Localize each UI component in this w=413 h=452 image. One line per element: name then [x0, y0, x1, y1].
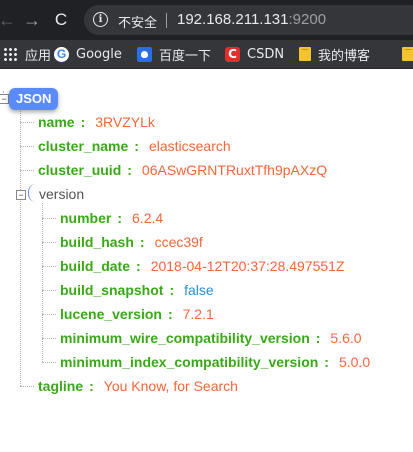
tree-guide [20, 170, 34, 171]
json-separator: : [89, 378, 94, 394]
json-value: elasticsearch [148, 138, 231, 154]
tree-guide [42, 290, 56, 291]
json-separator: : [117, 210, 123, 226]
bookmark-baidu[interactable]: 百度一下 [137, 40, 211, 68]
json-value: ccec39f [154, 234, 203, 250]
bookmarks-bar: 应用 G Google 百度一下 C CSDN 我的博客 [0, 40, 413, 69]
address-bar[interactable]: i 不安全 192.168.211.131:9200 [84, 5, 413, 35]
address-divider [166, 13, 167, 28]
json-separator: : [127, 162, 132, 178]
collapse-root-toggle[interactable]: − [0, 94, 9, 104]
json-node-min-wire-compat: minimum_wire_compatibility_version:5.6.0 [60, 330, 362, 346]
json-node-version[interactable]: version [39, 186, 84, 202]
bookmark-label: 应用 [25, 48, 52, 64]
json-value: 5.0.0 [338, 354, 371, 370]
browser-toolbar: ← → C i 不安全 192.168.211.131:9200 [0, 0, 413, 40]
url-port: :9200 [288, 11, 327, 28]
collapse-version-toggle[interactable]: − [16, 190, 26, 200]
json-key: build_hash [60, 234, 134, 250]
bookmark-csdn[interactable]: C CSDN [225, 40, 284, 68]
url-text[interactable]: 192.168.211.131:9200 [177, 11, 326, 28]
json-key: number [60, 210, 112, 226]
folder-icon [299, 47, 311, 61]
info-icon[interactable]: i [93, 12, 108, 27]
json-node-cluster-name: cluster_name: elasticsearch [38, 138, 231, 154]
bookmark-label: Google [76, 46, 122, 62]
security-label[interactable]: 不安全 [118, 12, 157, 31]
json-key: cluster_name [38, 138, 129, 154]
tree-guide [42, 218, 56, 219]
json-node-build-hash: build_hash: ccec39f [60, 234, 203, 250]
json-separator: : [324, 354, 329, 370]
json-key: minimum_wire_compatibility_version [60, 330, 310, 346]
json-separator: : [80, 114, 86, 130]
json-value: 5.6.0 [330, 330, 362, 346]
tree-guide [42, 266, 56, 267]
back-arrow-icon[interactable]: ← [0, 9, 18, 31]
json-value: 3RVZYLk [95, 114, 155, 130]
bookmark-apps[interactable]: 应用 [3, 40, 51, 68]
json-node-build-snapshot: build_snapshot: false [60, 282, 214, 298]
google-icon: G [54, 46, 69, 62]
json-key: cluster_uuid [38, 162, 122, 178]
json-separator: : [169, 282, 175, 298]
tree-guide [42, 242, 56, 243]
json-key: minimum_index_compatibility_version [60, 354, 319, 370]
json-value: You Know, for Search [103, 378, 238, 394]
tree-guide [42, 314, 56, 315]
json-object-key: version [39, 186, 85, 202]
json-separator: : [167, 306, 173, 322]
object-brace [28, 184, 36, 202]
json-node-build-date: build_date:2018-04-12T20:37:28.497551Z [60, 258, 345, 274]
json-key: name [38, 114, 75, 130]
json-value: 06ASwGRNTRuxtTfh9pAXzQ [141, 162, 328, 178]
json-value: 2018-04-12T20:37:28.497551Z [150, 258, 345, 274]
json-node-name: name:3RVZYLk [38, 114, 155, 130]
json-node-min-index-compat: minimum_index_compatibility_version:5.0.… [60, 354, 370, 370]
tree-guide [20, 386, 34, 387]
tree-guide [42, 338, 56, 339]
json-key: lucene_version [60, 306, 162, 322]
json-value: 6.2.4 [132, 210, 164, 226]
folder-icon [402, 47, 413, 61]
tree-guide [42, 362, 56, 363]
json-value: 7.2.1 [182, 306, 214, 322]
bookmark-google[interactable]: G Google [54, 40, 122, 68]
json-key: tagline [38, 378, 84, 394]
bookmark-label: CSDN [247, 46, 285, 62]
json-root-label[interactable]: JSON [9, 88, 59, 110]
json-separator: : [136, 258, 141, 274]
tree-guide [20, 111, 21, 386]
json-key: build_snapshot [60, 282, 164, 298]
tree-guide [20, 122, 34, 123]
json-value: false [184, 282, 214, 298]
json-node-tagline: tagline: You Know, for Search [38, 378, 238, 394]
json-separator: : [134, 138, 139, 154]
bookmark-blog[interactable]: 我的博客 [299, 40, 370, 68]
json-separator: : [139, 234, 145, 250]
json-node-lucene-version: lucene_version:7.2.1 [60, 306, 214, 322]
json-separator: : [315, 330, 321, 346]
json-key: build_date [60, 258, 131, 274]
bookmark-label: 百度一下 [159, 48, 212, 64]
csdn-icon: C [225, 46, 240, 62]
url-host: 192.168.211.131 [177, 11, 289, 28]
forward-arrow-icon[interactable]: → [21, 9, 43, 31]
json-viewer: − JSON name:3RVZYLk cluster_name: elastic… [0, 69, 413, 452]
apps-icon [3, 46, 18, 62]
baidu-icon [137, 46, 152, 62]
json-node-number: number:6.2.4 [60, 210, 163, 226]
bookmark-folder-overflow[interactable] [402, 40, 413, 68]
tree-guide [20, 146, 34, 147]
bookmark-label: 我的博客 [318, 48, 371, 64]
reload-icon[interactable]: C [50, 9, 72, 31]
json-node-cluster-uuid: cluster_uuid:06ASwGRNTRuxtTfh9pAXzQ [38, 162, 327, 178]
